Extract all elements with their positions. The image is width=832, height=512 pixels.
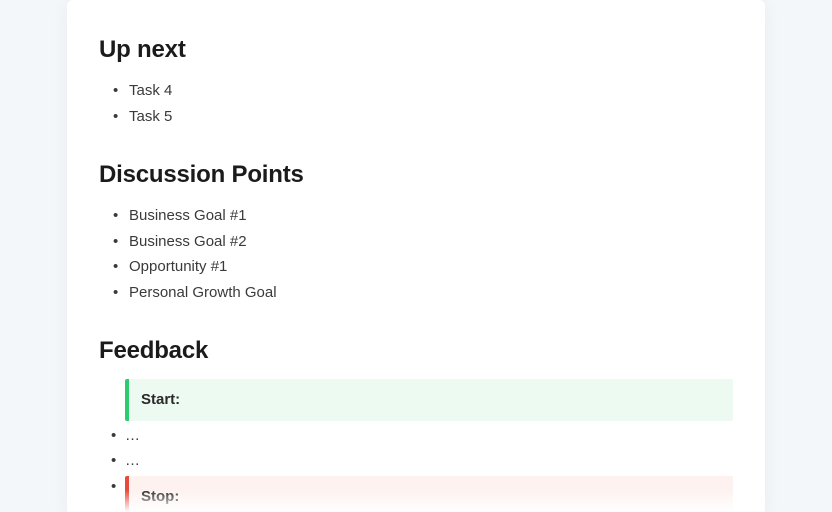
heading-feedback: Feedback: [99, 337, 733, 365]
list-item: Business Goal #2: [113, 229, 733, 255]
section-discussion: Discussion Points Business Goal #1 Busin…: [99, 161, 733, 305]
list-item: Business Goal #1: [113, 203, 733, 229]
feedback-list: Start: … … Stop:: [99, 379, 733, 512]
list-item: Opportunity #1: [113, 254, 733, 280]
discussion-list: Business Goal #1 Business Goal #2 Opport…: [99, 203, 733, 305]
document-page: Up next Task 4 Task 5 Discussion Points …: [67, 0, 765, 512]
heading-discussion: Discussion Points: [99, 161, 733, 189]
list-item: Task 4: [113, 78, 733, 104]
feedback-callout-wrapper: Stop:: [99, 476, 733, 512]
list-item: Personal Growth Goal: [113, 280, 733, 306]
heading-up-next: Up next: [99, 36, 733, 64]
callout-stop: Stop:: [125, 476, 733, 512]
section-up-next: Up next Task 4 Task 5: [99, 36, 733, 129]
list-item: Task 5: [113, 104, 733, 130]
upnext-list: Task 4 Task 5: [99, 78, 733, 129]
callout-start: Start:: [125, 379, 733, 421]
list-item: …: [99, 423, 733, 449]
section-feedback: Feedback Start: … … Stop:: [99, 337, 733, 512]
feedback-callout-wrapper: Start:: [99, 379, 733, 421]
list-item: …: [99, 448, 733, 474]
